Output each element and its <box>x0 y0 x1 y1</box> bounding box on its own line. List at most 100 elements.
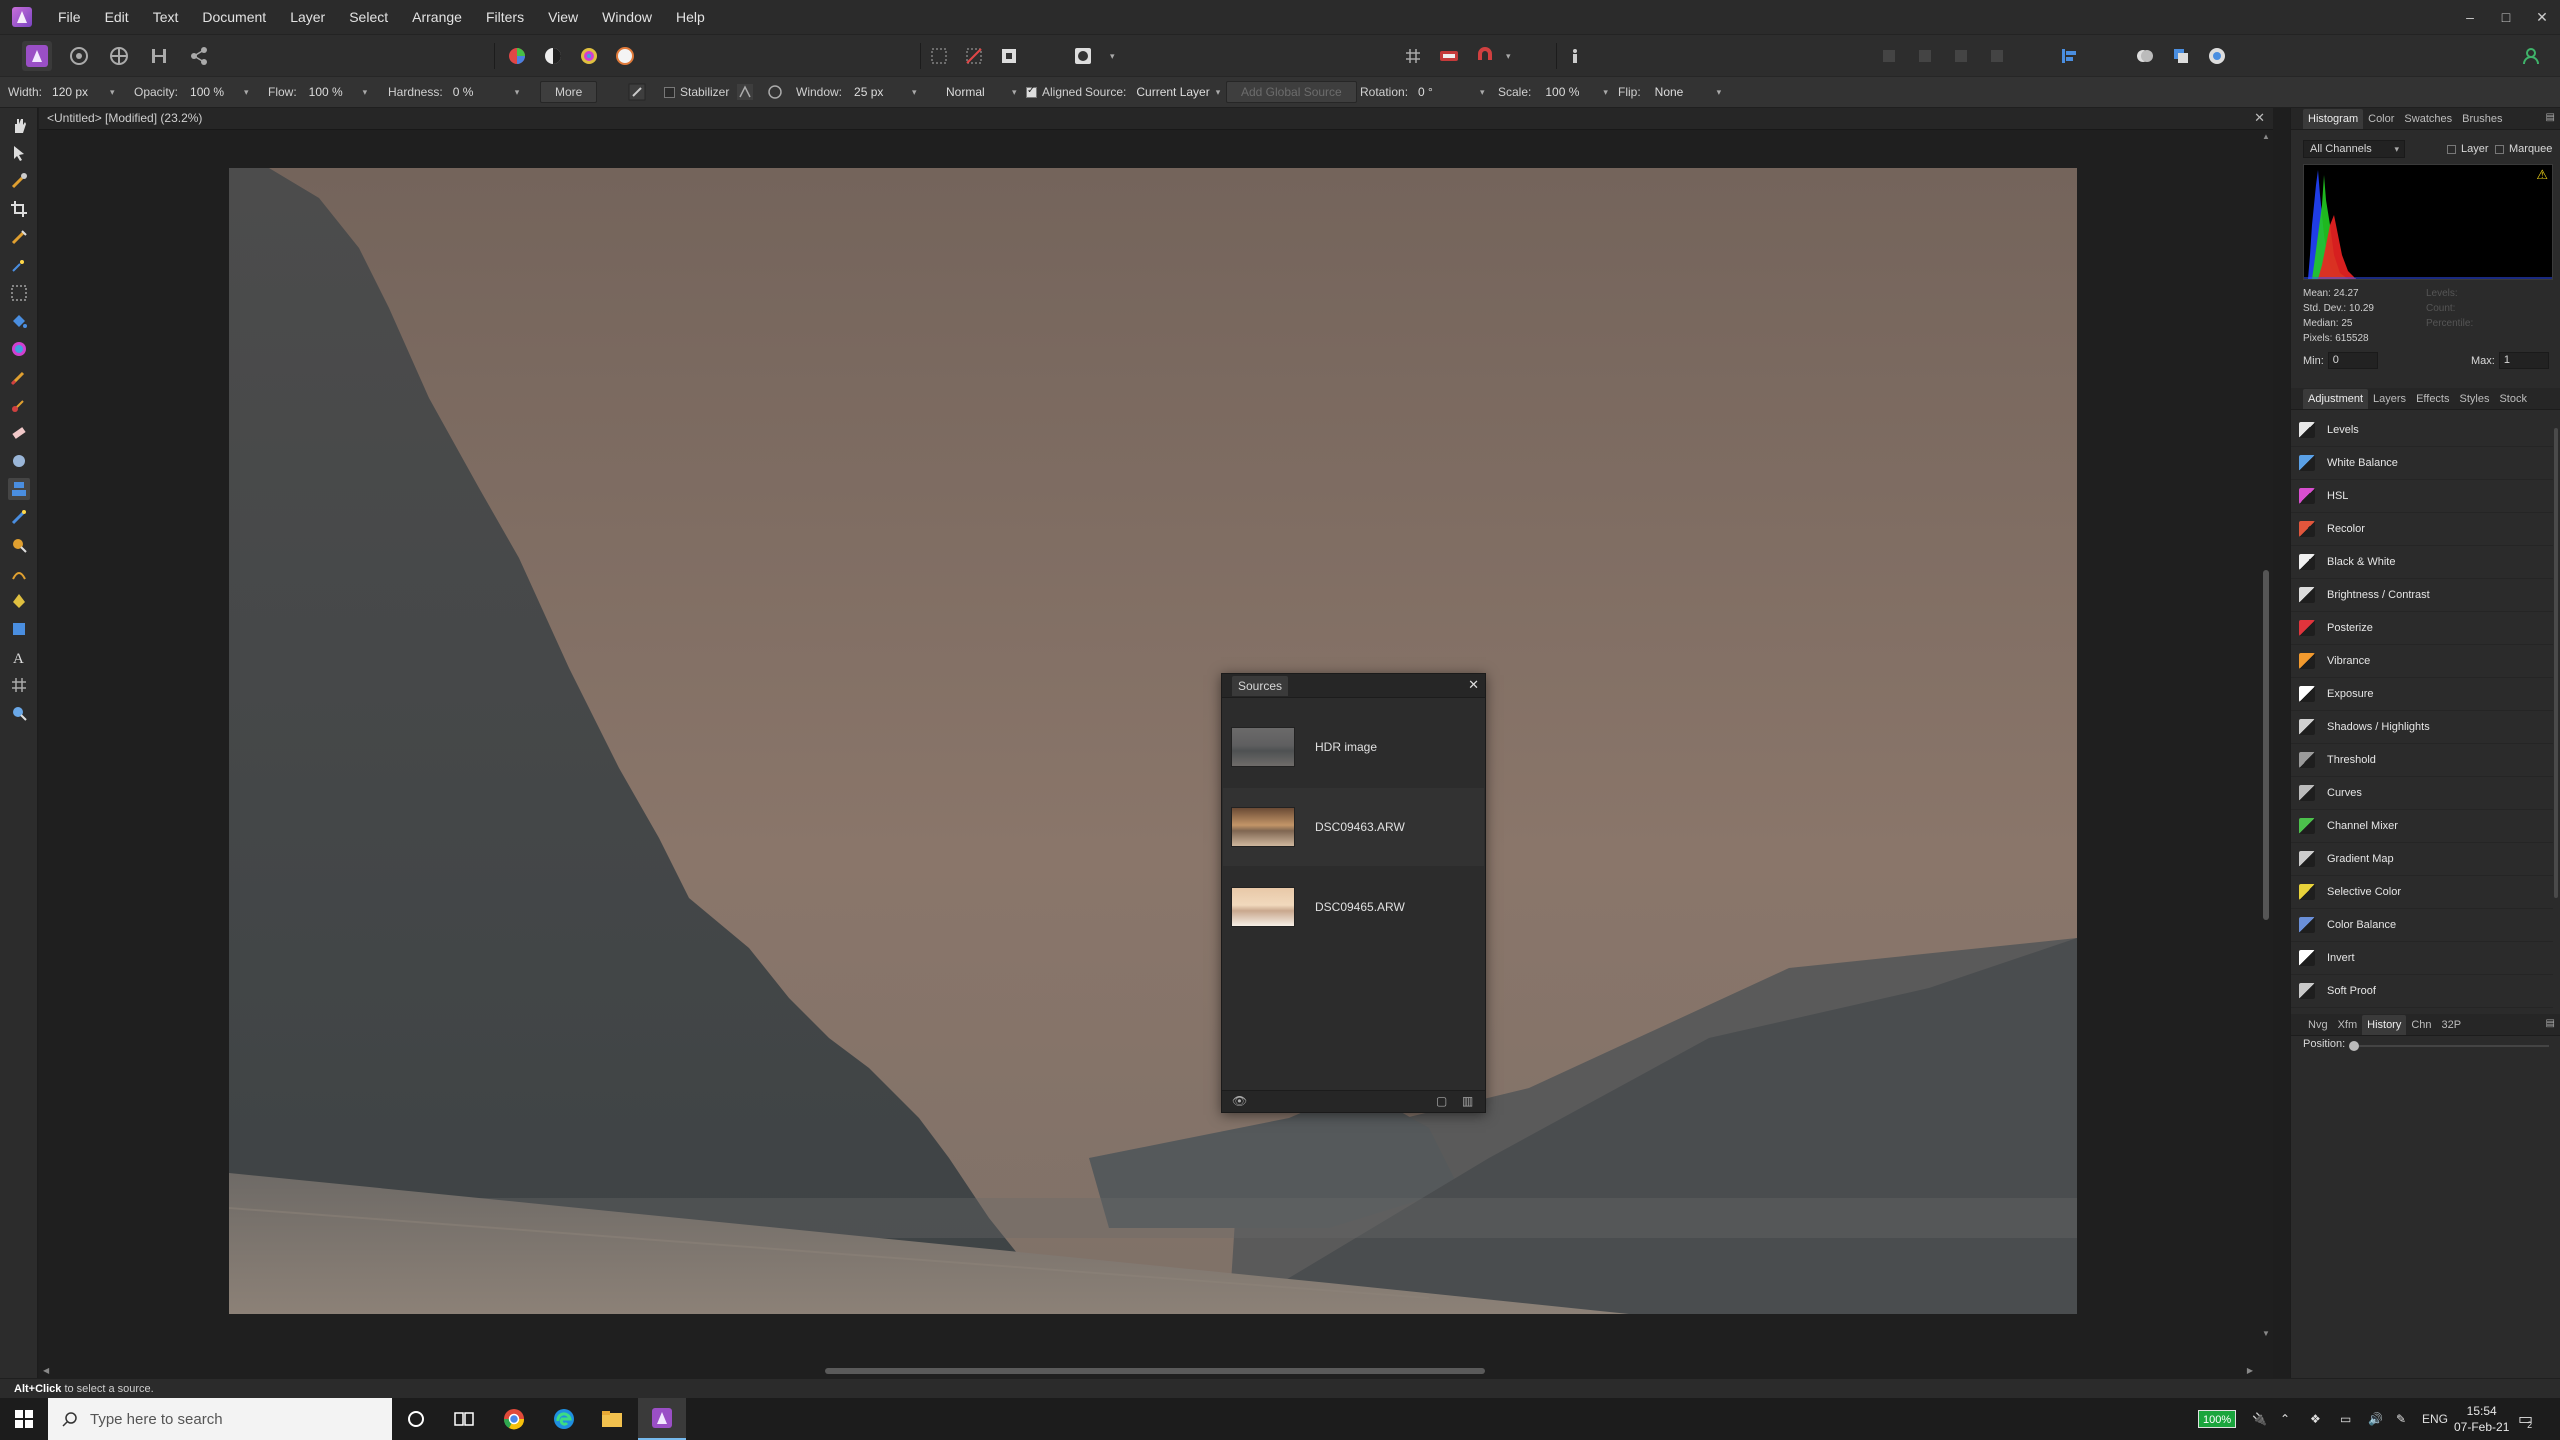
dodge-tool-icon[interactable] <box>8 394 30 416</box>
tab-adjustment[interactable]: Adjustment <box>2303 388 2369 409</box>
action-center-icon[interactable]: ▭ 2 <box>2518 1398 2533 1440</box>
width-value[interactable]: 120 px <box>52 85 104 99</box>
alignment-icon[interactable] <box>2056 43 2082 69</box>
paint-brush-tool-icon[interactable] <box>8 366 30 388</box>
hand-tool-icon[interactable] <box>8 114 30 136</box>
subtract-icon[interactable] <box>2168 43 2194 69</box>
image-canvas[interactable] <box>229 168 2077 1314</box>
affinity-photo-logo-icon[interactable] <box>12 7 32 27</box>
horizontal-scroll-thumb[interactable] <box>825 1368 1485 1374</box>
adjustment-item-gradient-map[interactable]: Gradient Map <box>2291 843 2553 876</box>
task-view-icon[interactable] <box>440 1398 488 1440</box>
source-value[interactable]: Current Layer <box>1136 85 1209 99</box>
marquee-tool-icon[interactable] <box>8 282 30 304</box>
tab-history[interactable]: History <box>2362 1014 2407 1035</box>
develop-persona-icon[interactable] <box>106 43 132 69</box>
tab-transform[interactable]: Xfm <box>2333 1015 2363 1035</box>
tab-histogram[interactable]: Histogram <box>2303 108 2364 129</box>
histogram-min-control[interactable]: Min: 0 <box>2303 352 2378 369</box>
close-window-button[interactable]: ✕ <box>2524 0 2560 34</box>
adjustment-item-soft-proof[interactable]: Soft Proof <box>2291 975 2553 1008</box>
aligned-checkbox[interactable]: Aligned <box>1026 77 1082 107</box>
width-control[interactable]: Width: 120 px ▾ <box>8 77 115 107</box>
scroll-left-icon[interactable]: ◀ <box>43 1366 49 1375</box>
tab-32p[interactable]: 32P <box>2437 1015 2467 1035</box>
histogram-channels-select[interactable]: All Channels <box>2303 140 2405 158</box>
rotation-dropdown-icon[interactable]: ▾ <box>1480 87 1485 98</box>
adjustment-item-recolor[interactable]: Recolor <box>2291 513 2553 546</box>
menu-edit[interactable]: Edit <box>93 0 141 34</box>
invert-selection-icon[interactable] <box>996 43 1022 69</box>
chrome-icon[interactable] <box>490 1398 538 1440</box>
dropbox-icon[interactable]: ❖ <box>2310 1398 2321 1440</box>
tab-layers[interactable]: Layers <box>2368 389 2411 409</box>
healing-brush-tool-icon[interactable] <box>8 506 30 528</box>
edge-icon[interactable] <box>540 1398 588 1440</box>
magnet-snapping-icon[interactable] <box>1472 43 1498 69</box>
photo-persona-icon[interactable] <box>22 41 52 71</box>
menu-filters[interactable]: Filters <box>474 0 536 34</box>
source-dropdown-icon[interactable]: ▾ <box>1216 87 1221 98</box>
source-select[interactable]: Source: Current Layer ▾ <box>1085 77 1220 107</box>
rotation-value[interactable]: 0 ° <box>1418 85 1474 99</box>
scale-value[interactable]: 100 % <box>1545 85 1597 99</box>
file-explorer-icon[interactable] <box>588 1398 636 1440</box>
flow-value[interactable]: 100 % <box>309 85 357 99</box>
width-dropdown-icon[interactable]: ▾ <box>110 87 115 98</box>
text-tool-icon[interactable]: A <box>8 646 30 668</box>
adjustment-item-exposure[interactable]: Exposure <box>2291 678 2553 711</box>
liquify-persona-icon[interactable] <box>66 43 92 69</box>
adjustment-item-vibrance[interactable]: Vibrance <box>2291 645 2553 678</box>
gradient-tool-icon[interactable] <box>8 338 30 360</box>
scale-dropdown-icon[interactable]: ▾ <box>1603 87 1608 98</box>
power-plug-icon[interactable]: 🔌 <box>2252 1398 2267 1440</box>
delete-source-icon[interactable]: ▥ <box>1462 1094 1473 1108</box>
snapping-icon[interactable] <box>1400 43 1426 69</box>
zoom-tool-icon[interactable] <box>8 702 30 724</box>
menu-window[interactable]: Window <box>590 0 664 34</box>
flow-dropdown-icon[interactable]: ▾ <box>363 87 368 98</box>
vertical-scrollbar[interactable]: ▲ ▼ <box>2259 130 2273 1340</box>
auto-levels-icon[interactable] <box>504 43 530 69</box>
opacity-control[interactable]: Opacity: 100 % ▾ <box>134 77 249 107</box>
flood-select-tool-icon[interactable] <box>8 254 30 276</box>
tab-navigator[interactable]: Nvg <box>2303 1015 2333 1035</box>
adjustment-item-curves[interactable]: Curves <box>2291 777 2553 810</box>
tab-styles[interactable]: Styles <box>2455 389 2495 409</box>
stabilizer-checkbox[interactable]: Stabilizer <box>664 77 729 107</box>
panel-menu-icon[interactable]: ▤ <box>2546 112 2555 123</box>
close-sources-icon[interactable]: ✕ <box>1468 677 1479 693</box>
scale-control[interactable]: Scale: 100 % ▾ <box>1498 77 1608 107</box>
menu-help[interactable]: Help <box>664 0 717 34</box>
layer-check-icon[interactable] <box>2447 144 2456 154</box>
minimize-button[interactable]: – <box>2452 0 2488 34</box>
add-source-icon[interactable]: ▢ <box>1436 1094 1447 1108</box>
pen-workspace-icon[interactable]: ✎ <box>2396 1398 2406 1440</box>
horizontal-scrollbar[interactable]: ◀ ▶ <box>39 1364 2273 1378</box>
aligned-check-icon[interactable] <box>1026 85 1037 98</box>
grid-tool-icon[interactable] <box>8 674 30 696</box>
blend-mode-value[interactable]: Normal <box>946 85 1006 99</box>
flip-select[interactable]: Flip: None ▾ <box>1618 77 1721 107</box>
close-document-icon[interactable]: ✕ <box>2254 110 2265 126</box>
menu-view[interactable]: View <box>536 0 590 34</box>
tab-color[interactable]: Color <box>2363 109 2399 129</box>
adjustment-item-white-balance[interactable]: White Balance <box>2291 447 2553 480</box>
adjustment-item-levels[interactable]: Levels <box>2291 414 2553 447</box>
vertical-scroll-thumb[interactable] <box>2263 570 2269 920</box>
history-position-slider[interactable] <box>2349 1041 2549 1051</box>
adjustment-item-posterize[interactable]: Posterize <box>2291 612 2553 645</box>
more-button[interactable]: More <box>540 81 598 103</box>
quick-mask-dropdown[interactable]: ▾ <box>1104 41 1115 71</box>
tone-mapping-persona-icon[interactable] <box>146 43 172 69</box>
eye-icon[interactable]: 👁 <box>1232 1094 1247 1108</box>
adjustment-item-channel-mixer[interactable]: Channel Mixer <box>2291 810 2553 843</box>
source-item-hdr-image[interactable]: HDR image <box>1223 708 1484 786</box>
hardness-value[interactable]: 0 % <box>453 85 509 99</box>
opacity-value[interactable]: 100 % <box>190 85 238 99</box>
pen-tool-icon[interactable] <box>8 590 30 612</box>
menu-layer[interactable]: Layer <box>278 0 337 34</box>
auto-colors-icon[interactable] <box>576 43 602 69</box>
volume-icon[interactable]: 🔊 <box>2368 1398 2383 1440</box>
menu-select[interactable]: Select <box>337 0 400 34</box>
